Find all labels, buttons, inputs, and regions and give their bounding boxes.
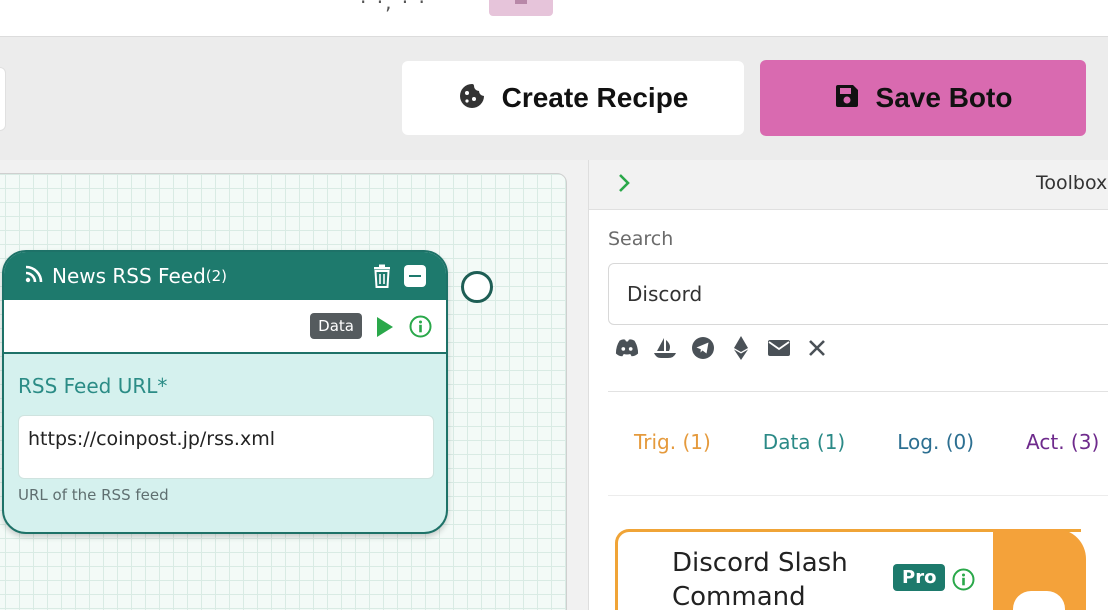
discord-icon[interactable] (615, 336, 639, 360)
email-icon[interactable] (767, 336, 791, 360)
tabs-divider (608, 495, 1108, 496)
discord-slash-command-card[interactable]: Discord Slash Command Pro (615, 529, 1086, 610)
discord-logo-icon (1013, 591, 1065, 610)
chevron-right-icon[interactable] (617, 172, 631, 198)
search-input[interactable]: Discord (608, 263, 1108, 325)
app-root: · ·, · · Create Recipe Save Boto News RS… (0, 0, 1108, 610)
toolbox-header: Toolbox (589, 160, 1108, 210)
create-recipe-button[interactable]: Create Recipe (402, 61, 744, 135)
toolbox-panel: Toolbox Search Discord Trig. (1) Data (1… (588, 160, 1108, 610)
opensea-icon[interactable] (653, 336, 677, 360)
pro-badge: Pro (893, 564, 946, 591)
chip-glyph (515, 0, 527, 4)
node-count: (2) (205, 267, 228, 285)
rss-icon (24, 264, 44, 288)
save-boto-label: Save Boto (875, 82, 1013, 113)
tab-data[interactable]: Data (1) (763, 430, 845, 454)
telegram-icon[interactable] (691, 336, 715, 360)
node-toolbar: Data (4, 300, 446, 354)
category-tabs: Trig. (1) Data (1) Log. (0) Act. (3) (634, 430, 1099, 454)
cookie-icon (458, 82, 486, 114)
minimize-icon[interactable] (404, 265, 426, 287)
rss-url-input[interactable]: https://coinpost.jp/rss.xml (18, 415, 434, 479)
rss-url-label: RSS Feed URL* (18, 374, 168, 398)
create-recipe-label: Create Recipe (501, 82, 689, 113)
action-toolbar: Create Recipe Save Boto (0, 36, 1108, 160)
top-pink-chip[interactable] (489, 0, 553, 16)
rss-feed-node[interactable]: News RSS Feed (2) Data RSS Feed URL* htt… (2, 250, 448, 534)
filter-icon-row (615, 336, 829, 360)
trash-icon[interactable] (372, 264, 392, 292)
node-header[interactable]: News RSS Feed (2) (4, 252, 446, 300)
tab-logic[interactable]: Log. (0) (897, 430, 974, 454)
node-output-connector[interactable] (461, 271, 493, 303)
info-icon[interactable] (409, 315, 432, 342)
x-icon[interactable] (805, 336, 829, 360)
card-title: Discord Slash Command (672, 548, 848, 610)
search-label: Search (608, 228, 674, 250)
save-boto-button[interactable]: Save Boto (760, 60, 1086, 136)
tab-actions[interactable]: Act. (3) (1026, 430, 1099, 454)
top-strip: · ·, · · (0, 0, 1108, 36)
tab-triggers[interactable]: Trig. (1) (634, 430, 711, 454)
name-input-edge[interactable] (0, 67, 6, 131)
toolbox-divider (608, 391, 1108, 392)
node-type-badge: Data (310, 313, 362, 339)
node-body: RSS Feed URL* https://coinpost.jp/rss.xm… (4, 354, 446, 504)
node-title: News RSS Feed (52, 264, 206, 288)
rss-url-help: URL of the RSS feed (18, 486, 169, 504)
info-icon[interactable] (952, 568, 975, 595)
top-fragment-text: · ·, · · (360, 0, 427, 14)
floppy-disk-icon (834, 83, 860, 113)
minimize-bar (409, 275, 421, 277)
ethereum-icon[interactable] (729, 336, 753, 360)
toolbox-title: Toolbox (1036, 172, 1108, 194)
card-accent-panel (993, 529, 1086, 610)
play-icon[interactable] (374, 316, 394, 342)
